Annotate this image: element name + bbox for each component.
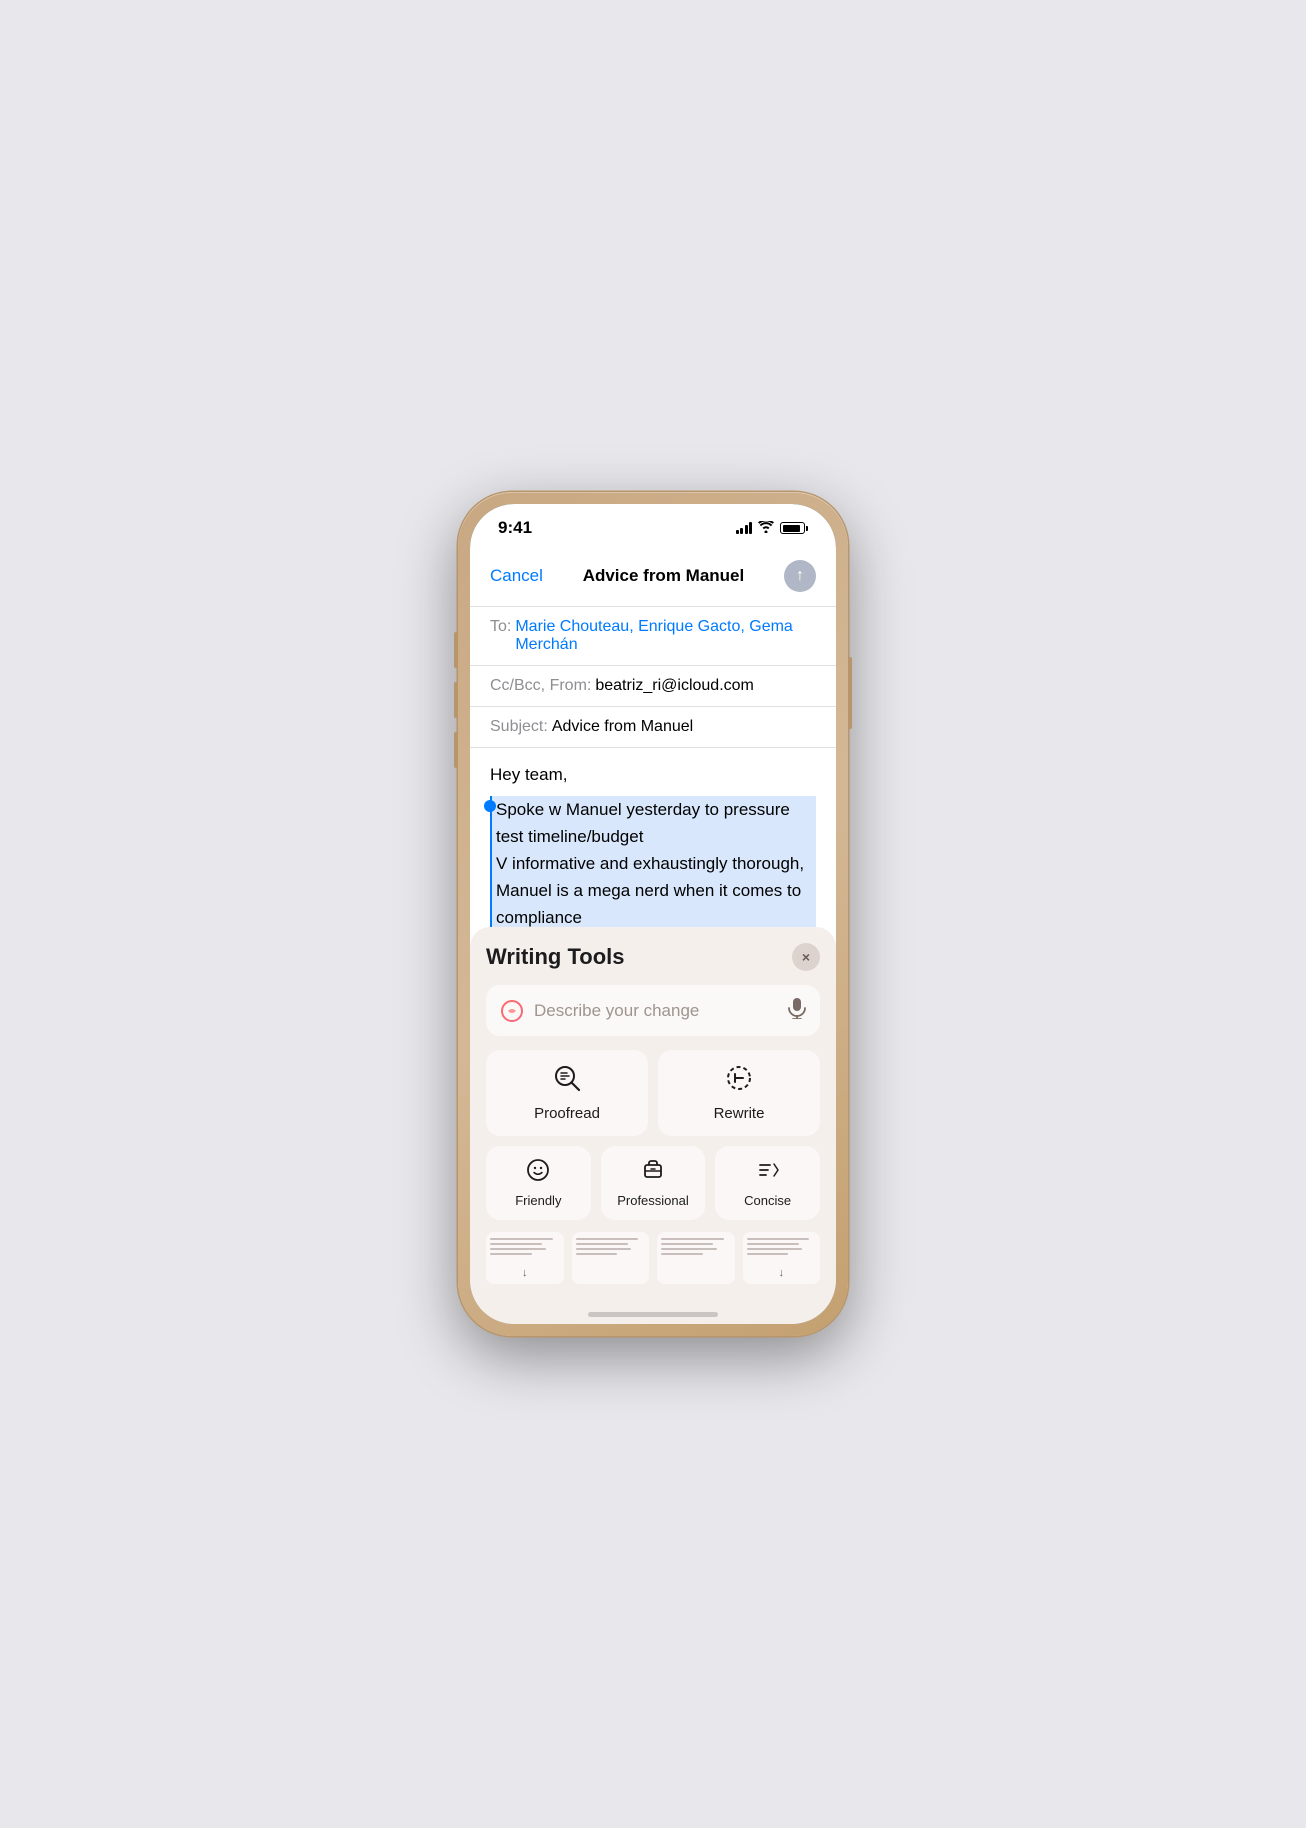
proofread-icon (553, 1064, 581, 1099)
friendly-icon (526, 1158, 550, 1188)
to-label: To: (490, 618, 511, 636)
status-bar: 9:41 (470, 504, 836, 546)
email-body[interactable]: Hey team, Spoke w Manuel yesterday to pr… (470, 748, 836, 927)
apple-intelligence-icon (500, 999, 524, 1023)
thumbnail-4[interactable]: ↓ (743, 1232, 821, 1284)
compose-title: Advice from Manuel (583, 566, 745, 586)
thumbnail-2[interactable] (572, 1232, 650, 1284)
subject-field[interactable]: Subject: Advice from Manuel (470, 707, 836, 748)
proofread-button[interactable]: Proofread (486, 1050, 648, 1136)
rewrite-icon (725, 1064, 753, 1099)
compose-header: Cancel Advice from Manuel (470, 546, 836, 607)
mic-icon[interactable] (788, 997, 806, 1024)
recipients-value: Marie Chouteau, Enrique Gacto, Gema Merc… (515, 618, 816, 654)
professional-icon (641, 1158, 665, 1188)
concise-button[interactable]: Concise (715, 1146, 820, 1220)
writing-tools-close-button[interactable]: × (792, 943, 820, 971)
from-value: beatriz_ri@icloud.com (595, 677, 754, 695)
main-tools-row: Proofread Rewrite (486, 1050, 820, 1136)
writing-tools-title: Writing Tools (486, 944, 625, 970)
selected-text: Spoke w Manuel yesterday to pressure tes… (490, 796, 816, 928)
phone-screen: 9:41 (470, 504, 836, 1324)
concise-label: Concise (744, 1193, 791, 1208)
home-bar[interactable] (588, 1312, 718, 1317)
document-thumbnails: ↓ (486, 1232, 820, 1284)
status-icons (736, 521, 809, 536)
professional-label: Professional (617, 1193, 689, 1208)
status-time: 9:41 (498, 518, 532, 538)
send-button[interactable] (784, 560, 816, 592)
rewrite-button[interactable]: Rewrite (658, 1050, 820, 1136)
email-compose: Cancel Advice from Manuel To: Marie Chou… (470, 546, 836, 1324)
subject-label: Subject: (490, 718, 548, 736)
text-cursor (484, 800, 496, 812)
friendly-label: Friendly (515, 1193, 561, 1208)
phone-device: 9:41 (458, 492, 848, 1336)
professional-button[interactable]: Professional (601, 1146, 706, 1220)
concise-icon (756, 1158, 780, 1188)
writing-tools-panel: Writing Tools × (470, 927, 836, 1304)
subject-value: Advice from Manuel (552, 718, 693, 736)
proofread-label: Proofread (534, 1105, 600, 1122)
to-field[interactable]: To: Marie Chouteau, Enrique Gacto, Gema … (470, 607, 836, 666)
thumb-1-arrow: ↓ (522, 1267, 528, 1279)
describe-change-input[interactable]: Describe your change (486, 985, 820, 1036)
tone-tools-row: Friendly Professional (486, 1146, 820, 1220)
thumbnail-3[interactable] (657, 1232, 735, 1284)
thumbnail-1[interactable]: ↓ (486, 1232, 564, 1284)
email-greeting: Hey team, (490, 762, 816, 788)
rewrite-label: Rewrite (714, 1105, 765, 1122)
writing-tools-header: Writing Tools × (486, 943, 820, 971)
cc-field[interactable]: Cc/Bcc, From: beatriz_ri@icloud.com (470, 666, 836, 707)
cc-label: Cc/Bcc, From: (490, 677, 591, 695)
selected-text-wrapper: Spoke w Manuel yesterday to pressure tes… (490, 796, 816, 928)
describe-change-placeholder: Describe your change (534, 1001, 778, 1021)
battery-icon (780, 522, 808, 534)
wifi-icon (758, 521, 774, 536)
home-indicator (470, 1304, 836, 1324)
signal-icon (736, 522, 753, 534)
thumb-4-arrow: ↓ (779, 1267, 785, 1279)
friendly-button[interactable]: Friendly (486, 1146, 591, 1220)
cancel-button[interactable]: Cancel (490, 566, 543, 586)
